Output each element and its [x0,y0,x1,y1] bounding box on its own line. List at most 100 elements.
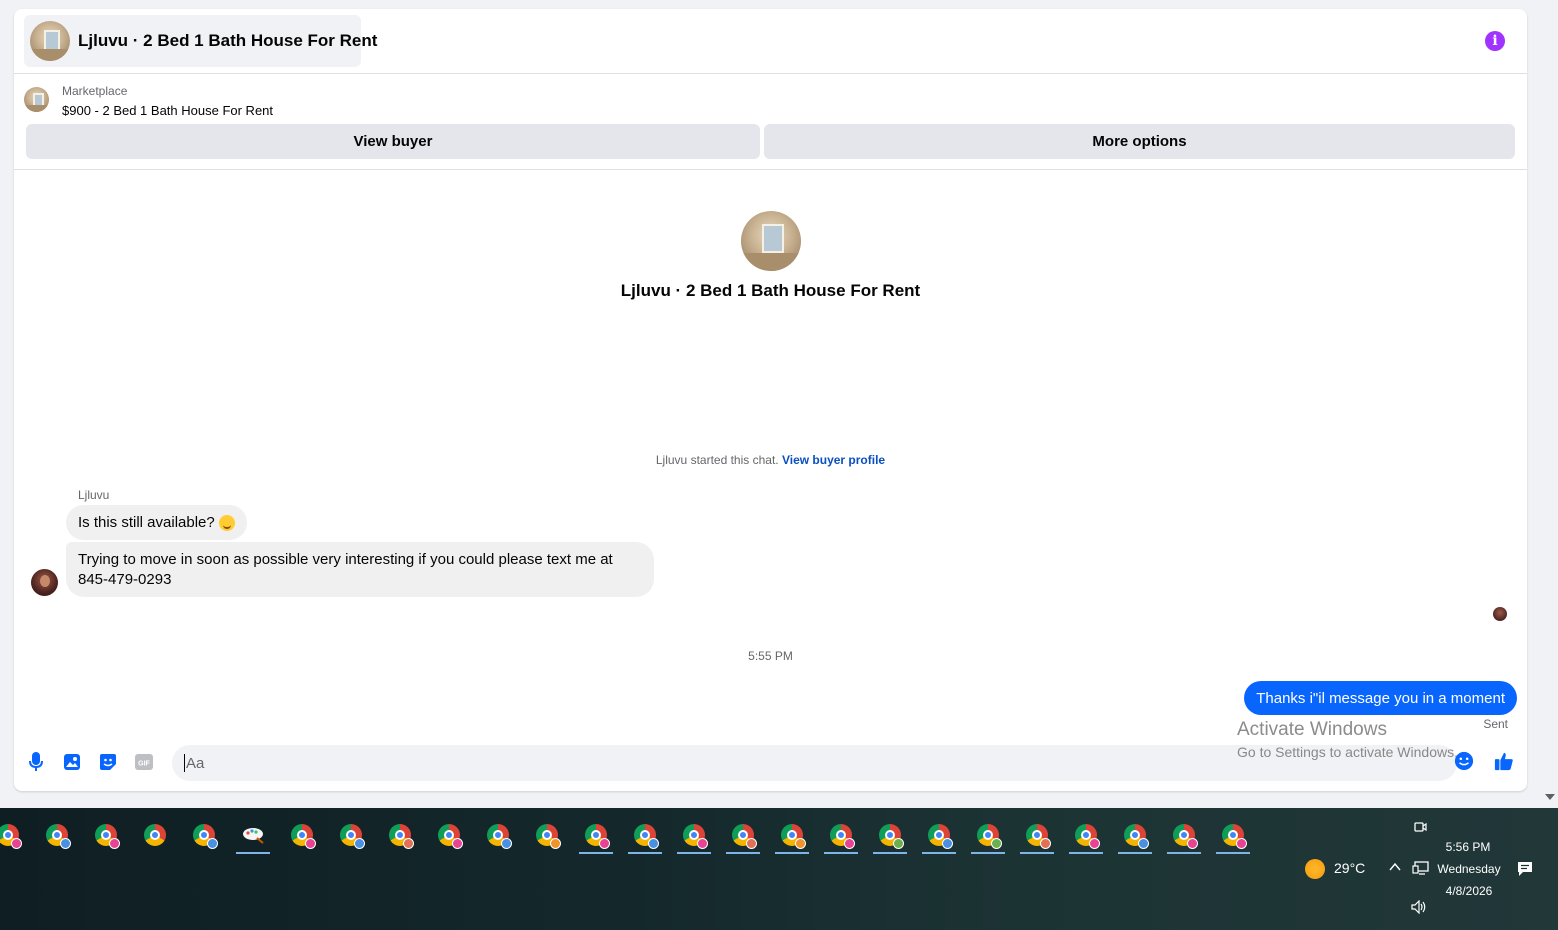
taskbar-app-chrome[interactable] [821,816,861,854]
chrome-profile-icon [0,824,22,849]
clock-date[interactable]: 4/8/2026 [1434,884,1504,898]
message-bubble[interactable]: Is this still available? [66,505,247,540]
taskbar-app-chrome[interactable] [282,816,322,854]
taskbar-app-chrome[interactable] [478,816,518,854]
chrome-profile-icon [487,824,512,849]
chrome-profile-icon [1026,824,1051,849]
message-input[interactable] [186,754,1457,772]
taskbar-app-chrome[interactable] [576,816,616,854]
view-buyer-profile-link[interactable]: View buyer profile [782,453,885,467]
header-divider [14,169,1527,170]
chat-started-text: Ljluvu started this chat. [655,453,779,467]
listing-avatar [30,21,70,61]
taskbar-app-chrome[interactable] [723,816,763,854]
outgoing-message-bubble[interactable]: Thanks i"il message you in a moment [1244,681,1517,715]
chrome-profile-icon [928,824,953,849]
message-composer: GIF [14,736,1527,791]
taskbar-app-chrome[interactable] [870,816,910,854]
chat-panel: Ljluvu · 2 Bed 1 Bath House For Rent i M… [14,9,1527,791]
message-input-box[interactable] [172,745,1457,781]
chrome-profile-icon [536,824,561,849]
listing-thumbnail [24,87,49,112]
chrome-profile-icon [438,824,463,849]
chrome-profile-icon [879,824,904,849]
chat-title-button[interactable]: Ljluvu · 2 Bed 1 Bath House For Rent [24,15,377,67]
taskbar-app-chrome[interactable] [674,816,714,854]
more-options-button[interactable]: More options [764,124,1515,159]
taskbar-app-chrome[interactable] [0,816,28,854]
chrome-profile-icon [193,824,218,849]
sender-name: Ljluvu [78,488,110,502]
sticker-icon[interactable] [98,752,118,772]
chrome-profile-icon [1222,824,1247,849]
chrome-profile-icon [291,824,316,849]
conversation-profile: Ljluvu · 2 Bed 1 Bath House For Rent [14,211,1527,301]
taskbar-app-chrome[interactable] [968,816,1008,854]
chrome-icon [144,824,166,846]
chrome-profile-icon [95,824,120,849]
listing-label: Marketplace [62,84,128,98]
message-text: Is this still available? [78,513,215,531]
taskbar-app-chrome[interactable] [1115,816,1155,854]
paint-app-icon [243,828,264,844]
taskbar-app-chrome[interactable] [527,816,567,854]
weather-temperature[interactable]: 29°C [1334,860,1365,876]
gif-label: GIF [138,761,150,768]
taskbar-app-chrome[interactable] [1164,816,1204,854]
taskbar-app-chrome[interactable] [331,816,371,854]
message-text: Thanks i"il message you in a moment [1256,689,1505,707]
message-text: Trying to move in soon as possible very … [78,551,613,588]
chrome-profile-icon [683,824,708,849]
taskbar-app-chrome[interactable] [429,816,469,854]
chrome-profile-icon [46,824,71,849]
taskbar-app-chrome[interactable] [380,816,420,854]
taskbar-app-chrome[interactable] [1017,816,1057,854]
meet-now-icon[interactable] [1413,820,1427,837]
chrome-profile-icon [340,824,365,849]
taskbar-app-chrome[interactable] [625,816,665,854]
sender-avatar[interactable] [31,569,58,596]
taskbar-app-chrome[interactable] [1066,816,1106,854]
taskbar-app-chrome[interactable] [1213,816,1253,854]
notification-icon[interactable] [1516,860,1534,881]
chat-header: Ljluvu · 2 Bed 1 Bath House For Rent i [14,9,1527,74]
info-icon[interactable]: i [1485,31,1505,51]
profile-avatar[interactable] [740,211,801,271]
smile-emoji-icon [218,514,235,531]
chat-started-note: Ljluvu started this chat. View buyer pro… [14,453,1527,467]
taskbar-app-chrome[interactable] [86,816,126,854]
network-icon[interactable] [1412,860,1430,879]
emoji-icon[interactable] [1454,751,1474,771]
message-status: Sent [1483,717,1508,731]
taskbar-app-paint[interactable] [233,816,273,854]
message-timestamp: 5:55 PM [748,649,793,663]
chrome-profile-icon [634,824,659,849]
view-buyer-button[interactable]: View buyer [26,124,760,159]
listing-title: $900 - 2 Bed 1 Bath House For Rent [62,103,274,118]
read-receipt-avatar [1493,607,1507,621]
clock-day[interactable]: Wednesday [1434,862,1504,876]
message-bubble[interactable]: Trying to move in soon as possible very … [66,542,654,597]
chrome-profile-icon [1124,824,1149,849]
marketplace-listing[interactable]: Marketplace $900 - 2 Bed 1 Bath House Fo… [24,84,624,124]
like-icon[interactable] [1494,751,1514,771]
profile-name: Ljluvu · 2 Bed 1 Bath House For Rent [620,281,921,300]
scroll-down-arrow-icon[interactable] [1545,794,1555,800]
clock-time[interactable]: 5:56 PM [1440,840,1496,854]
chrome-profile-icon [977,824,1002,849]
taskbar-app-chrome[interactable] [184,816,224,854]
volume-icon[interactable] [1410,899,1428,917]
chrome-profile-icon [732,824,757,849]
chrome-profile-icon [389,824,414,849]
chevron-up-icon[interactable] [1388,860,1402,876]
taskbar-app-chrome[interactable] [772,816,812,854]
microphone-icon[interactable] [26,752,46,772]
taskbar-app-chrome[interactable] [135,816,175,854]
taskbar-app-chrome[interactable] [919,816,959,854]
chrome-profile-icon [1075,824,1100,849]
chrome-profile-icon [1173,824,1198,849]
taskbar-app-chrome[interactable] [37,816,77,854]
gif-icon[interactable]: GIF [134,752,154,772]
image-icon[interactable] [62,752,82,772]
weather-sun-icon[interactable] [1305,859,1325,879]
